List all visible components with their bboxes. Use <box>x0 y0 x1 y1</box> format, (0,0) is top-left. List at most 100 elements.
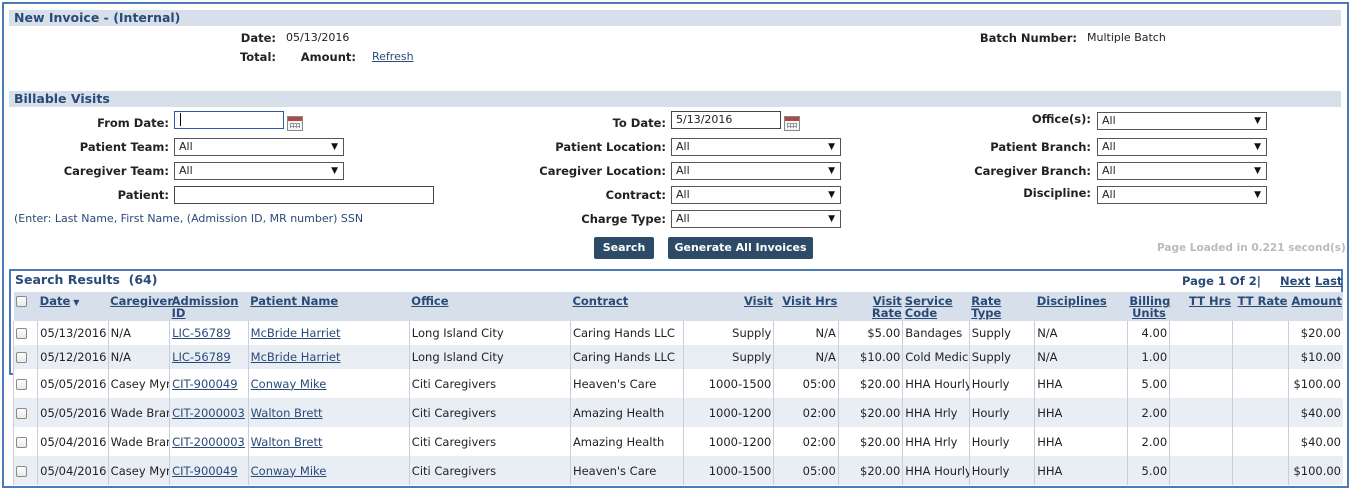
row-checkbox[interactable] <box>16 378 27 390</box>
cell-rate-type: Supply <box>968 345 1035 369</box>
amount-label: Amount: <box>300 50 356 64</box>
col-visit-rate[interactable]: Visit Rate <box>838 292 903 321</box>
cell-admission-id: LIC-56789 <box>169 345 249 369</box>
table-row[interactable]: 05/13/2016 N/A LIC-56789 McBride Harriet Lon… <box>12 321 1343 345</box>
chevron-down-icon: ▼ <box>331 166 338 176</box>
from-date-input[interactable] <box>174 111 284 129</box>
caregiver-team-label: Caregiver Team: <box>63 164 169 178</box>
contract-label: Contract: <box>605 188 666 202</box>
cell-patient-name-link[interactable]: Walton Brett <box>251 435 323 449</box>
search-results-count: (64) <box>128 272 158 287</box>
col-billing-units[interactable]: Billing Units <box>1127 292 1170 321</box>
patient-branch-select[interactable]: All ▼ <box>1097 138 1267 156</box>
cell-date: 05/05/2016 <box>37 398 109 427</box>
patient-location-select[interactable]: All ▼ <box>671 138 841 156</box>
cell-amount: $10.00 <box>1287 345 1343 369</box>
patient-team-select[interactable]: All ▼ <box>174 138 344 156</box>
table-row[interactable]: 05/04/2016Casey MyraCIT-900049 Conway Mik… <box>12 456 1343 485</box>
col-patient-name[interactable]: Patient Name <box>248 292 410 321</box>
row-checkbox[interactable] <box>16 328 27 339</box>
cell-patient-name-link[interactable]: McBride Harriet <box>251 350 341 364</box>
chevron-down-icon: ▼ <box>828 142 835 152</box>
col-rate-type[interactable]: Rate Type <box>969 292 1035 321</box>
cell-admission-id-link[interactable]: CIT-2000003 <box>172 435 245 449</box>
col-disciplines[interactable]: Disciplines <box>1034 292 1128 321</box>
col-caregiver[interactable]: Caregiver <box>108 292 173 321</box>
generate-all-invoices-button[interactable]: Generate All Invoices <box>668 237 813 259</box>
cell-office: Long Island City <box>408 345 571 369</box>
charge-type-select-value: All <box>676 212 690 225</box>
cell-admission-id-link[interactable]: LIC-56789 <box>172 326 231 340</box>
search-results-title: Search Results (64) <box>15 272 157 287</box>
col-admission-id[interactable]: Admission ID <box>169 292 249 321</box>
batch-number-label: Batch Number: <box>979 31 1077 45</box>
next-page-link[interactable]: Next <box>1280 274 1310 288</box>
row-select-cell <box>12 321 38 345</box>
cell-patient-name-link[interactable]: McBride Harriet <box>251 326 341 340</box>
table-row[interactable]: 05/12/2016 N/A LIC-56789 McBride Harriet Lon… <box>12 345 1343 369</box>
cell-amount: $40.00 <box>1287 398 1343 427</box>
row-select-cell <box>12 427 38 456</box>
cell-disciplines: HHA <box>1034 456 1128 485</box>
refresh-link[interactable]: Refresh <box>372 50 414 63</box>
to-date-calendar-icon[interactable] <box>784 116 800 131</box>
col-date[interactable]: Date ▼ <box>37 292 109 321</box>
cell-contract: Amazing Health <box>569 427 684 456</box>
cell-admission-id-link[interactable]: CIT-900049 <box>172 377 237 391</box>
search-button[interactable]: Search <box>594 237 654 259</box>
discipline-label: Discipline: <box>1023 186 1091 200</box>
offices-select[interactable]: All ▼ <box>1097 112 1267 130</box>
to-date-label: To Date: <box>612 116 666 130</box>
caregiver-location-select-value: All <box>676 164 690 177</box>
cell-billing-units: 4.00 <box>1126 321 1170 345</box>
col-office[interactable]: Office <box>409 292 571 321</box>
patient-input[interactable] <box>174 186 434 204</box>
table-header-row: Date ▼ Caregiver Admission ID Patient Nam… <box>13 292 1343 321</box>
table-row[interactable]: 05/05/2016Casey MyraCIT-900049 Conway Mik… <box>12 369 1343 398</box>
caregiver-branch-select[interactable]: All ▼ <box>1097 162 1267 180</box>
row-checkbox[interactable] <box>16 436 27 448</box>
cell-billing-units: 2.00 <box>1126 427 1170 456</box>
contract-select-value: All <box>676 188 690 201</box>
charge-type-select[interactable]: All ▼ <box>671 210 841 228</box>
from-date-calendar-icon[interactable] <box>287 116 303 131</box>
col-tt-rate[interactable]: TT Rate <box>1232 292 1289 321</box>
caregiver-location-select[interactable]: All ▼ <box>671 162 841 180</box>
table-row[interactable]: 05/05/2016Wade BrandyCIT-2000003 Walton B… <box>12 398 1343 427</box>
offices-label: Office(s): <box>1031 112 1091 126</box>
cell-contract: Heaven's Care <box>569 456 684 485</box>
caregiver-branch-label: Caregiver Branch: <box>974 164 1091 178</box>
cell-tt-hrs <box>1169 321 1233 345</box>
discipline-select[interactable]: All ▼ <box>1097 186 1267 204</box>
table-row[interactable]: 05/04/2016Wade BrandyCIT-2000003 Walton B… <box>12 427 1343 456</box>
last-page-link[interactable]: Last <box>1315 274 1342 288</box>
caregiver-team-select[interactable]: All ▼ <box>174 162 344 180</box>
row-checkbox[interactable] <box>16 465 27 477</box>
cell-admission-id-link[interactable]: CIT-2000003 <box>172 406 245 420</box>
cell-patient-name-link[interactable]: Conway Mike <box>251 464 327 478</box>
select-all-checkbox[interactable] <box>15 296 27 307</box>
cell-patient-name-link[interactable]: Conway Mike <box>251 377 327 391</box>
row-checkbox[interactable] <box>16 352 27 363</box>
cell-rate-type: Hourly <box>968 427 1035 456</box>
cell-service-code: HHA Hrly <box>902 427 970 456</box>
cell-visit-hrs: N/A <box>773 345 839 369</box>
cell-admission-id-link[interactable]: CIT-900049 <box>172 464 237 478</box>
col-visit[interactable]: Visit <box>683 292 774 321</box>
cell-office: Citi Caregivers <box>408 427 571 456</box>
col-visit-hrs[interactable]: Visit Hrs <box>773 292 839 321</box>
cell-admission-id-link[interactable]: LIC-56789 <box>172 350 231 364</box>
col-service-code[interactable]: Service Code <box>902 292 970 321</box>
row-checkbox[interactable] <box>16 407 27 419</box>
cell-service-code: HHA Hourly Reg <box>902 369 970 398</box>
col-tt-hrs[interactable]: TT Hrs <box>1169 292 1233 321</box>
cell-admission-id: CIT-2000003 <box>169 427 249 456</box>
cell-caregiver: Wade Brandy <box>107 427 170 456</box>
col-amount[interactable]: Amount <box>1288 292 1343 321</box>
cell-visit-hrs: 02:00 <box>773 427 839 456</box>
cell-patient-name-link[interactable]: Walton Brett <box>251 406 323 420</box>
contract-select[interactable]: All ▼ <box>671 186 841 204</box>
col-contract[interactable]: Contract <box>570 292 684 321</box>
select-all-cell <box>13 292 38 321</box>
to-date-input[interactable]: 5/13/2016 <box>671 111 781 129</box>
